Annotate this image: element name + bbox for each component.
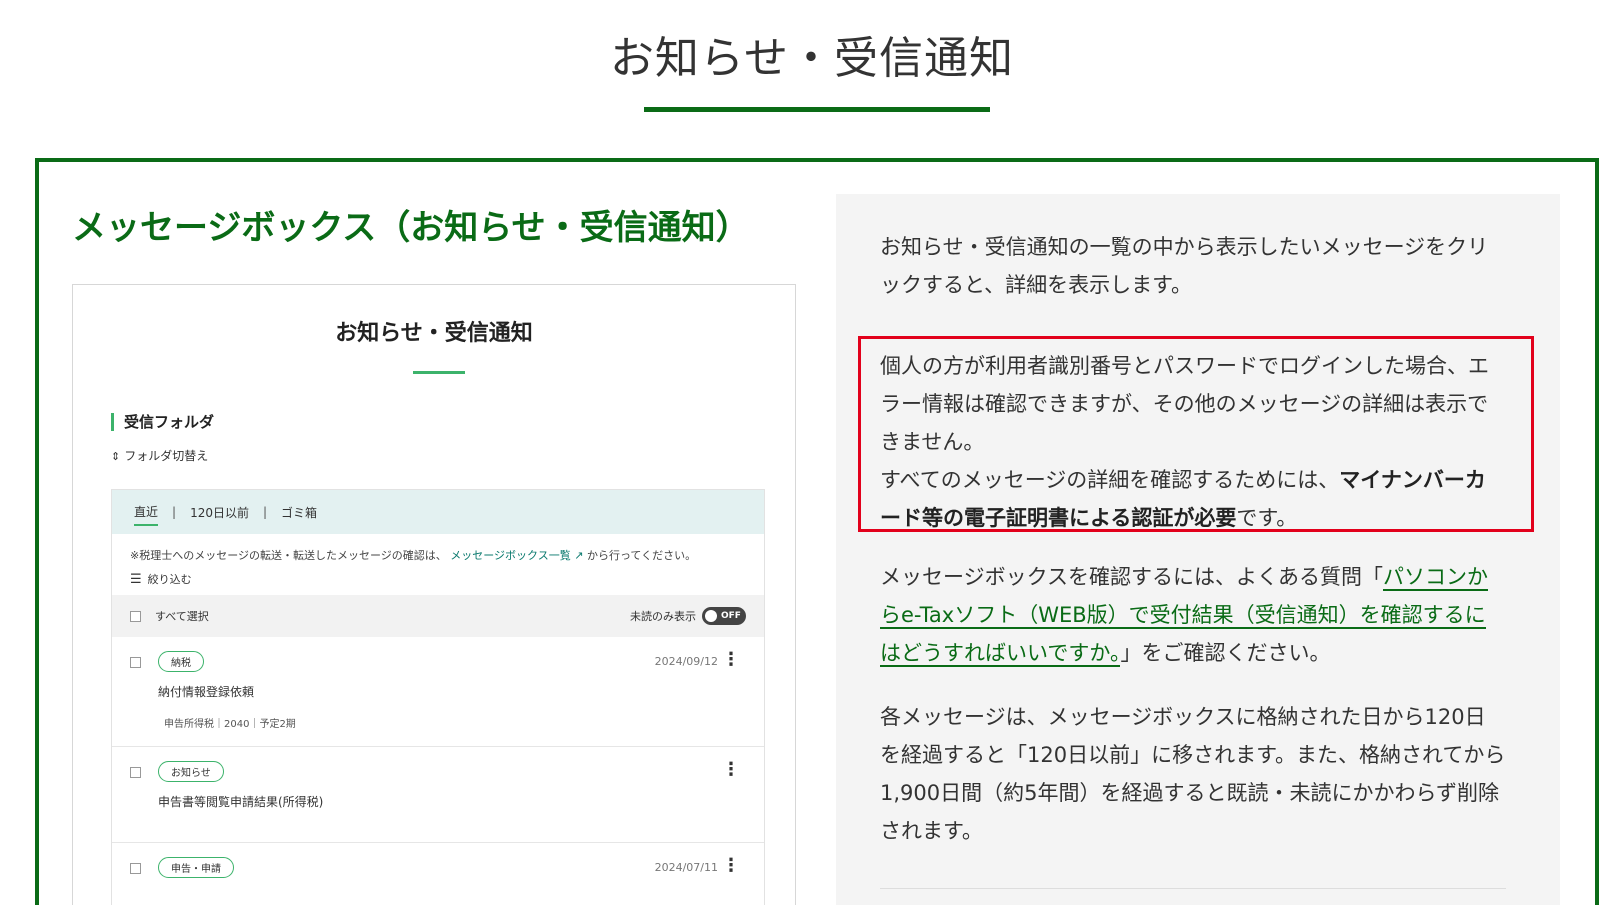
transfer-note: ※税理士へのメッセージの転送・転送したメッセージの確認は、 メッセージボックス一… xyxy=(112,534,764,565)
note-link-label: メッセージボックス一覧 xyxy=(450,549,571,562)
folder-tabs: 直近 | 120日以前 | ゴミ箱 xyxy=(112,490,764,534)
message-checkbox[interactable] xyxy=(130,863,141,874)
warning-line-3: です。 xyxy=(1236,506,1298,530)
faq-suffix: 」をご確認ください。 xyxy=(1120,641,1331,665)
toggle-knob xyxy=(705,610,717,622)
tab-separator: | xyxy=(172,505,177,519)
message-box-screenshot: お知らせ・受信通知 受信フォルダ ⇕ フォルダ切替え 直近 | 120日以前 | … xyxy=(72,284,796,905)
folder-switch-label: フォルダ切替え xyxy=(124,449,209,463)
message-subtitle: 申告所得税｜2040｜予定2期 xyxy=(164,719,296,730)
message-list: 直近 | 120日以前 | ゴミ箱 ※税理士へのメッセージの転送・転送したメッセ… xyxy=(111,489,765,905)
title-underline xyxy=(644,107,990,112)
warning-line-2: すべてのメッセージの詳細を確認するためには、 xyxy=(880,468,1340,492)
message-checkbox[interactable] xyxy=(130,657,141,668)
swap-vertical-icon: ⇕ xyxy=(111,450,121,463)
list-item[interactable]: お知らせ ⋮ 申告書等閲覧申請結果(所得税) xyxy=(112,747,764,843)
message-box-list-link[interactable]: メッセージボックス一覧 ↗ xyxy=(450,549,583,562)
note-prefix: ※税理士へのメッセージの転送・転送したメッセージの確認は、 xyxy=(130,549,447,562)
unread-only-toggle[interactable]: OFF xyxy=(702,607,746,625)
screenshot-title-underline xyxy=(413,371,465,374)
message-title: 申告書等閲覧申請結果(所得税) xyxy=(158,795,324,809)
category-badge: 申告・申請 xyxy=(158,857,234,878)
toggle-label: OFF xyxy=(721,611,741,621)
message-title: 納付情報登録依頼 xyxy=(158,685,255,699)
warning-text: 個人の方が利用者識別番号とパスワードでログインした場合、エラー情報は確認できます… xyxy=(880,347,1506,537)
message-date: 2024/09/12 xyxy=(654,655,718,668)
category-badge: 納税 xyxy=(158,651,204,672)
category-badge: お知らせ xyxy=(158,761,224,782)
warning-box: 個人の方が利用者識別番号とパスワードでログインした場合、エラー情報は確認できます… xyxy=(858,336,1534,532)
unread-only-label: 未読のみ表示 xyxy=(630,610,696,623)
faq-paragraph: メッセージボックスを確認するには、よくある質問「パソコンからe-Taxソフト（W… xyxy=(880,558,1506,672)
folder-switch[interactable]: ⇕ フォルダ切替え xyxy=(111,447,208,464)
list-item[interactable]: 申告・申請 2024/07/11 ⋮ xyxy=(112,843,764,903)
intro-paragraph: お知らせ・受信通知の一覧の中から表示したいメッセージをクリックすると、詳細を表示… xyxy=(880,235,1489,297)
list-item[interactable]: 納税 2024/09/12 ⋮ 納付情報登録依頼 申告所得税｜2040｜予定2期 xyxy=(112,637,764,747)
select-all-label: すべて選択 xyxy=(155,610,209,623)
screenshot-title: お知らせ・受信通知 xyxy=(335,321,533,346)
faq-prefix: メッセージボックスを確認するには、よくある質問「 xyxy=(880,565,1383,589)
tab-older-120[interactable]: 120日以前 xyxy=(190,500,249,525)
retention-paragraph: 各メッセージは、メッセージボックスに格納された日から120日を経過すると「120… xyxy=(880,705,1506,843)
message-checkbox[interactable] xyxy=(130,767,141,778)
warning-line-1: 個人の方が利用者識別番号とパスワードでログインした場合、エラー情報は確認できます… xyxy=(880,354,1489,454)
more-vertical-icon[interactable]: ⋮ xyxy=(722,855,740,876)
more-vertical-icon[interactable]: ⋮ xyxy=(722,759,740,780)
info-panel: お知らせ・受信通知の一覧の中から表示したいメッセージをクリックすると、詳細を表示… xyxy=(836,194,1560,905)
more-vertical-icon[interactable]: ⋮ xyxy=(722,649,740,670)
folder-heading: 受信フォルダ xyxy=(111,413,214,431)
select-all-checkbox[interactable] xyxy=(130,610,141,622)
page-title: お知らせ・受信通知 xyxy=(609,33,1015,84)
filter-sliders-icon: ☰ xyxy=(130,572,142,587)
select-bar: すべて選択 未読のみ表示 OFF xyxy=(112,595,764,637)
message-date: 2024/07/11 xyxy=(654,861,718,874)
filter-label: 絞り込む xyxy=(147,573,192,586)
tab-trash[interactable]: ゴミ箱 xyxy=(281,500,317,525)
tab-separator: | xyxy=(262,505,268,519)
note-suffix: から行ってください。 xyxy=(586,549,697,562)
external-link-icon: ↗ xyxy=(574,549,584,562)
filter-button[interactable]: ☰ 絞り込む xyxy=(112,565,764,593)
section-heading: メッセージボックス（お知らせ・受信通知） xyxy=(72,208,750,248)
divider xyxy=(880,888,1506,889)
tab-recent[interactable]: 直近 xyxy=(134,499,159,526)
